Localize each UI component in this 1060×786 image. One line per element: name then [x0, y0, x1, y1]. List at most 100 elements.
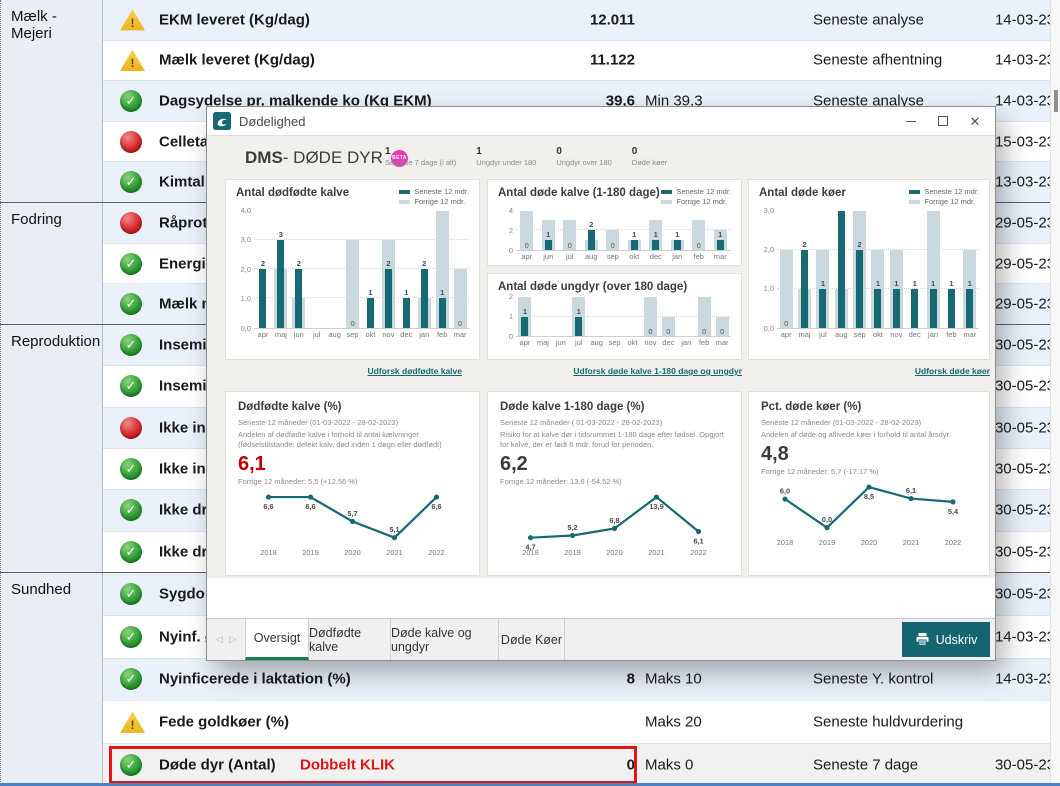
seneste-bar [367, 298, 374, 327]
tab-dodfodte-kalve[interactable]: Dødfødte kalve [309, 619, 391, 660]
ok-status-icon: ✓ [120, 334, 142, 356]
x-tick-label: aug [832, 330, 850, 339]
metric-label: Fede goldkøer (%) [159, 714, 289, 731]
ok-status-icon: ✓ [120, 541, 142, 563]
y-tick-label: 1 [509, 312, 513, 321]
tab-dode-kalve-og-ungdyr[interactable]: Døde kalve og ungdyr [391, 619, 499, 660]
svg-text:2022: 2022 [690, 548, 706, 557]
explore-stillborn-link[interactable]: Udforsk dødfødte kalve [225, 366, 462, 376]
vertical-scrollbar[interactable] [1050, 0, 1060, 786]
explore-dead-calves-link[interactable]: Udforsk døde kalve 1-180 dage og ungdyr [487, 366, 742, 376]
metric-label: Kimtal ( [159, 174, 214, 191]
tab-scroll-right-icon[interactable]: ▷ [230, 634, 237, 645]
x-tick-label: apr [516, 252, 538, 261]
tab-scroll-left-icon[interactable]: ◁ [216, 634, 223, 645]
double-click-note: Dobbelt KLIK [300, 757, 395, 774]
dialog-tabbar: ◁ ▷ Oversigt Dødfødte kalve Døde kalve o… [207, 618, 995, 660]
x-tick-label: nov [887, 330, 905, 339]
bar-zero-label: 0 [777, 319, 795, 328]
svg-text:5,2: 5,2 [567, 523, 577, 532]
metric-limit: Maks 10 [645, 671, 702, 688]
stat-label: Ungdyr under 180 [476, 158, 536, 167]
x-tick-label: aug [581, 252, 603, 261]
panel-stillborn-pct: Dødfødte kalve (%)Seneste 12 måneder (01… [225, 391, 480, 576]
forrige-bar [346, 240, 359, 328]
x-tick-label: maj [534, 338, 552, 347]
bar-slot [552, 297, 570, 336]
chart-body: 0240102011101 [488, 207, 741, 251]
explore-dead-cows-link[interactable]: Udforsk døde køer [748, 366, 990, 376]
bar-slot: 1 [961, 211, 979, 328]
trend-panel: Pct. døde køer (%)Seneste 12 måneder (01… [749, 392, 989, 553]
seneste-bar [966, 289, 973, 328]
y-tick-label: 4,0 [241, 206, 251, 215]
table-row[interactable]: !Mælk leveret (Kg/dag)11.122Seneste afhe… [103, 41, 1060, 82]
legend-forrige-swatch-icon [661, 200, 672, 204]
print-button[interactable]: Udskriv [902, 622, 990, 657]
x-tick-label: aug [588, 338, 606, 347]
x-tick-label: okt [362, 330, 380, 339]
panel-subtitle: Seneste 12 måneder (01-03-2022 - 28-02-2… [238, 418, 467, 427]
bar-slot: 1 [869, 211, 887, 328]
exclamation-glyph: ! [131, 718, 135, 732]
ok-status-icon: ✓ [120, 668, 142, 690]
bar-slot: 2 [850, 211, 868, 328]
print-button-label: Udskriv [936, 633, 978, 647]
plot-area: 2320121210 [254, 211, 469, 329]
legend-seneste: Seneste 12 mdr. [661, 187, 731, 197]
forrige-bar [780, 250, 793, 328]
bar-slot: 1 [362, 211, 380, 328]
x-tick-label: feb [695, 338, 713, 347]
minimize-button[interactable] [895, 107, 927, 135]
bar-zero-label: 0 [516, 241, 538, 250]
legend-forrige: Forrige 12 mdr. [909, 197, 979, 207]
dialog-titlebar[interactable]: Dødelighed ✕ [207, 107, 995, 135]
seneste-bar [575, 317, 582, 337]
x-tick-label: jul [570, 338, 588, 347]
chart-body: 0,01,02,03,04,02320121210 [226, 207, 479, 329]
svg-text:6,8: 6,8 [609, 516, 619, 525]
svg-text:8,5: 8,5 [864, 492, 874, 501]
svg-text:2021: 2021 [386, 548, 402, 557]
seneste-bar [801, 250, 808, 328]
metric-latest: Seneste Y. kontrol [813, 671, 933, 688]
chart-title: Antal dødfødte kalve [236, 187, 349, 199]
svg-text:2021: 2021 [903, 538, 919, 547]
printer-icon [915, 632, 930, 647]
bar-slot [624, 297, 642, 336]
legend-seneste-swatch-icon [661, 190, 672, 194]
seneste-bar [403, 298, 410, 327]
metric-label: Nyinf. ø [159, 628, 214, 645]
seneste-bar [856, 250, 863, 328]
dialog-content: DMS - DØDE DYR BETA 1 Seneste 7 dage (i … [207, 135, 995, 578]
table-row[interactable]: !Fede goldkøer (%)Maks 20Seneste huldvur… [103, 701, 1060, 744]
tab-oversigt[interactable]: Oversigt [245, 619, 309, 660]
seneste-bar [819, 289, 826, 328]
minimize-icon [906, 121, 916, 122]
bar-slot: 1 [942, 211, 960, 328]
x-tick-label: apr [254, 330, 272, 339]
bar-slot: 2 [254, 211, 272, 328]
table-row[interactable]: ✓Døde dyr (Antal)Dobbelt KLIK0Maks 0Sene… [103, 744, 1060, 786]
table-row[interactable]: ✓Nyinficerede i laktation (%)8Maks 10Sen… [103, 659, 1060, 702]
maximize-button[interactable] [927, 107, 959, 135]
svg-text:2020: 2020 [861, 538, 877, 547]
x-tick-label: mar [961, 330, 979, 339]
panel-title: Døde kalve 1-180 dage (%) [500, 401, 729, 413]
y-tick-label: 2,0 [764, 245, 774, 254]
seneste-bar [652, 240, 659, 250]
close-button[interactable]: ✕ [959, 107, 991, 135]
seneste-bar [874, 289, 881, 328]
metric-latest: Seneste huldvurdering [813, 714, 963, 731]
bar-slot: 0 [713, 297, 731, 336]
scrollbar-thumb[interactable] [1054, 90, 1058, 112]
tab-dode-koer[interactable]: Døde Køer [499, 619, 565, 660]
metric-label: Nyinficerede i laktation (%) [159, 671, 351, 688]
x-tick-label: dec [906, 330, 924, 339]
table-row[interactable]: !EKM leveret (Kg/dag)12.011Seneste analy… [103, 0, 1060, 41]
chart-dead-young-stock: Antal døde ungdyr (over 180 dage)0121100… [487, 273, 742, 360]
ok-status-icon: ✓ [120, 754, 142, 776]
svg-text:2018: 2018 [777, 538, 793, 547]
y-tick-label: 1,0 [241, 294, 251, 303]
legend-forrige: Forrige 12 mdr. [399, 197, 469, 207]
